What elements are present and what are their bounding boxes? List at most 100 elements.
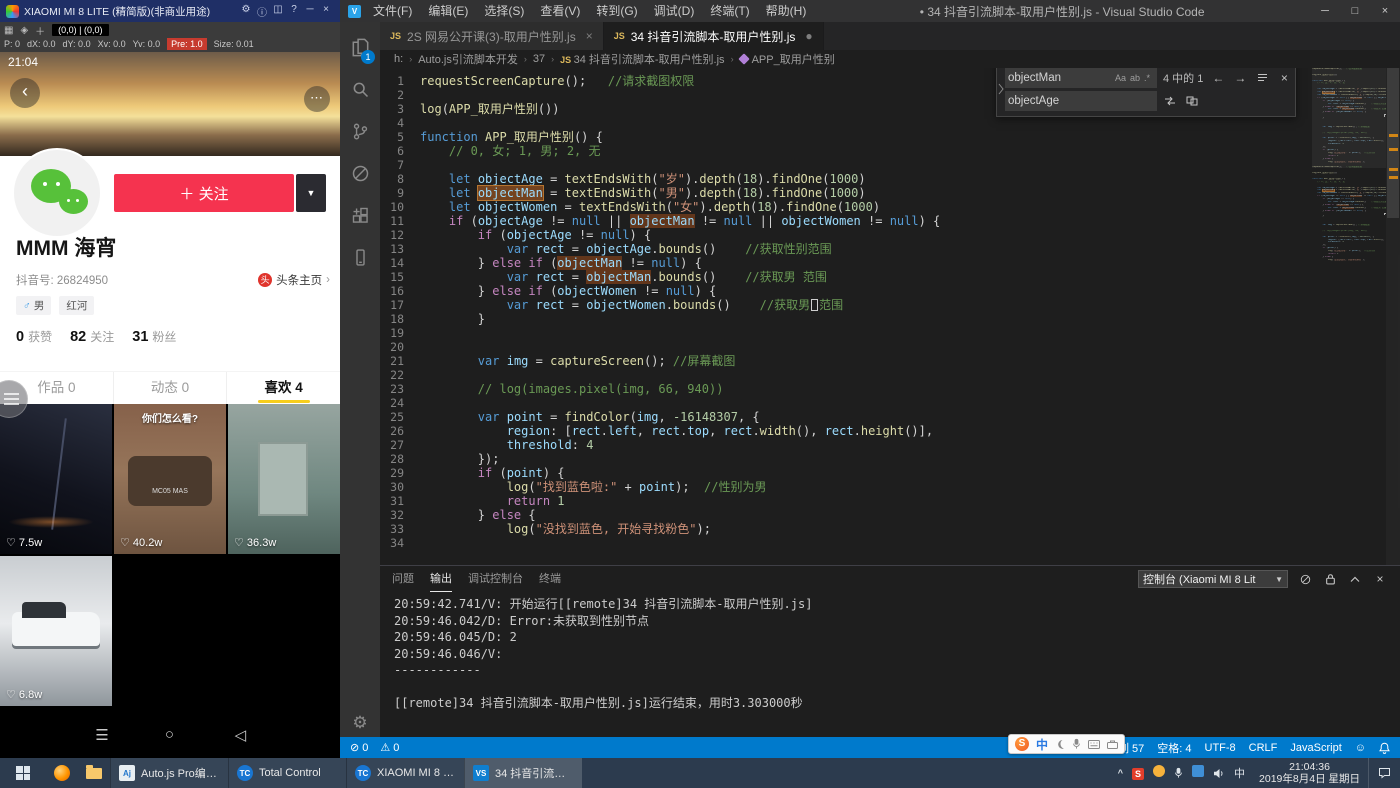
device-icon[interactable] [340,236,380,278]
panel-tab[interactable]: 问题 [392,566,414,592]
code-line[interactable]: 11 if (objectAge != null || objectMan !=… [380,214,1308,228]
code-line[interactable]: 31 return 1 [380,494,1308,508]
taskbar-app[interactable]: VS34 抖音引流脚本... [464,758,582,788]
close-tab-icon[interactable]: × [586,29,593,43]
keyboard-icon[interactable] [1088,738,1100,750]
profile-stat[interactable]: 0获赞 [16,328,52,345]
clear-output-icon[interactable] [1297,574,1313,585]
toggle-replace-button[interactable] [997,68,1005,112]
search-icon[interactable] [340,68,380,110]
warnings-indicator[interactable]: ⚠ 0 [380,741,399,754]
code-line[interactable]: 9 let objectMan = textEndsWith("男").dept… [380,186,1308,200]
output-console[interactable]: 20:59:42.741/V: 开始运行[[remote]34 抖音引流脚本-取… [380,593,1400,737]
explorer-icon[interactable]: 1 [340,26,380,68]
menu-item[interactable]: 转到(G) [588,0,645,22]
breadcrumb[interactable]: h:›Auto.js引流脚本开发›37›JS 34 抖音引流脚本-取用户性别.j… [380,50,1400,68]
code-line[interactable]: 30 log("找到蓝色啦:" + point); //性别为男 [380,480,1308,494]
sogou-tray-icon[interactable]: S [1132,764,1144,782]
info-icon[interactable]: ⓘ [254,4,270,19]
profile-stat[interactable]: 31粉丝 [132,328,176,345]
moon-icon[interactable] [1055,738,1065,750]
minimize-icon[interactable]: ─ [302,4,318,19]
code-line[interactable]: 29 if (point) { [380,466,1308,480]
action-center-icon[interactable] [1368,758,1400,788]
taskbar-clock[interactable]: 21:04:36 2019年8月4日 星期日 [1251,758,1368,788]
breadcrumb-item[interactable]: 37 [533,53,545,65]
profile-cover-photo[interactable]: 21:04 ‹ ⋯ [0,52,340,156]
profile-tab[interactable]: 动态 0 [113,372,227,404]
extensions-icon[interactable] [340,194,380,236]
find-next-button[interactable]: → [1231,71,1249,85]
regex-toggle[interactable]: .* [1142,73,1152,83]
start-button[interactable] [0,758,46,788]
app-tray-icon[interactable] [1192,764,1204,782]
menu-item[interactable]: 调试(D) [646,0,703,22]
home-icon[interactable]: ○ [165,726,174,743]
debug-icon[interactable] [340,152,380,194]
profile-badge[interactable]: 红河 [59,296,94,315]
breadcrumb-item[interactable]: Auto.js引流脚本开发 [418,51,518,67]
profile-badge[interactable]: ♂男 [16,296,51,315]
code-line[interactable]: 7 [380,158,1308,172]
volume-icon[interactable] [1213,768,1225,779]
replace-all-button[interactable] [1183,96,1201,106]
indentation[interactable]: 空格: 4 [1157,740,1191,756]
menu-item[interactable]: 查看(V) [532,0,588,22]
taskbar-app[interactable]: TCTotal Control [228,758,346,788]
toolbox-icon[interactable] [1107,738,1118,750]
code-line[interactable]: 10 let objectWomen = textEndsWith("女").d… [380,200,1308,214]
code-line[interactable]: 6 // 0, 女; 1, 男; 2, 无 [380,144,1308,158]
code-line[interactable]: 23 // log(images.pixel(img, 66, 940)) [380,382,1308,396]
menu-item[interactable]: 帮助(H) [758,0,815,22]
close-button[interactable]: × [1370,0,1400,22]
settings-gear-icon[interactable]: ⚙ [340,713,380,733]
sogou-logo-icon[interactable]: S [1015,737,1029,751]
settings-icon[interactable]: ⚙ [238,4,254,19]
dirty-dot-icon[interactable]: ● [805,29,812,43]
menu-item[interactable]: 选择(S) [476,0,532,22]
breadcrumb-item[interactable]: JS 34 抖音引流脚本-取用户性别.js [560,51,724,67]
more-button[interactable]: ⋯ [304,86,330,112]
code-line[interactable]: 15 var rect = objectMan.bounds() //获取男 范… [380,270,1308,284]
select-icon[interactable]: ◈ [20,25,28,36]
ime-mode-indicator[interactable]: 中 [1036,736,1048,753]
video-thumbnail[interactable]: ♡ 36.3w [228,404,340,554]
code-line[interactable]: 27 threshold: 4 [380,438,1308,452]
security-tray-icon[interactable] [1153,764,1165,782]
close-icon[interactable]: × [318,4,334,19]
code-line[interactable]: 34 [380,536,1308,550]
code-line[interactable]: 25 var point = findColor(img, -16148307,… [380,410,1308,424]
lock-scroll-icon[interactable] [1322,573,1338,585]
code-line[interactable]: 19 [380,326,1308,340]
panel-tab[interactable]: 终端 [539,566,561,592]
toutiao-homepage-link[interactable]: 头头条主页› [258,272,330,288]
help-icon[interactable]: ? [286,4,302,19]
breadcrumb-item[interactable]: h: [394,53,403,65]
code-line[interactable]: 16 } else if (objectWomen != null) { [380,284,1308,298]
minimap[interactable]: requestScreenCapture(); //请求截图权限log(APP_… [1312,68,1386,565]
code-line[interactable]: 17 var rect = objectWomen.bounds() //获取男… [380,298,1308,312]
menu-item[interactable]: 终端(T) [702,0,757,22]
notifications-bell-icon[interactable] [1379,742,1390,754]
find-prev-button[interactable]: ← [1209,71,1227,85]
taskbar-app[interactable]: AjAuto.js Pro编写抖... [110,758,228,788]
editor-tab[interactable]: JS34 抖音引流脚本-取用户性别.js● [604,22,824,50]
code-line[interactable]: 14 } else if (objectMan != null) { [380,256,1308,270]
find-in-selection-button[interactable] [1253,73,1271,82]
firefox-icon[interactable] [46,758,78,788]
grid-icon[interactable]: ▦ [4,25,13,36]
menu-item[interactable]: 文件(F) [365,0,420,22]
ime-indicator[interactable]: 中 [1234,765,1245,781]
code-line[interactable]: 8 let objectAge = textEndsWith("岁").dept… [380,172,1308,186]
panel-tab[interactable]: 输出 [430,566,452,592]
maximize-panel-icon[interactable] [1347,576,1363,583]
code-line[interactable]: 18 } [380,312,1308,326]
match-case-toggle[interactable]: Aa [1113,73,1128,83]
code-line[interactable]: 5function APP_取用户性别() { [380,130,1308,144]
taskbar-app[interactable]: TCXIAOMI MI 8 LIT... [346,758,464,788]
output-channel-dropdown[interactable]: 控制台 (Xiaomi MI 8 Lit▼ [1138,570,1288,588]
replace-button[interactable] [1161,96,1179,106]
code-line[interactable]: 22 [380,368,1308,382]
mic-tray-icon[interactable] [1174,767,1183,779]
video-thumbnail[interactable]: 你们怎么看?MC05 MAS♡ 40.2w [114,404,226,554]
